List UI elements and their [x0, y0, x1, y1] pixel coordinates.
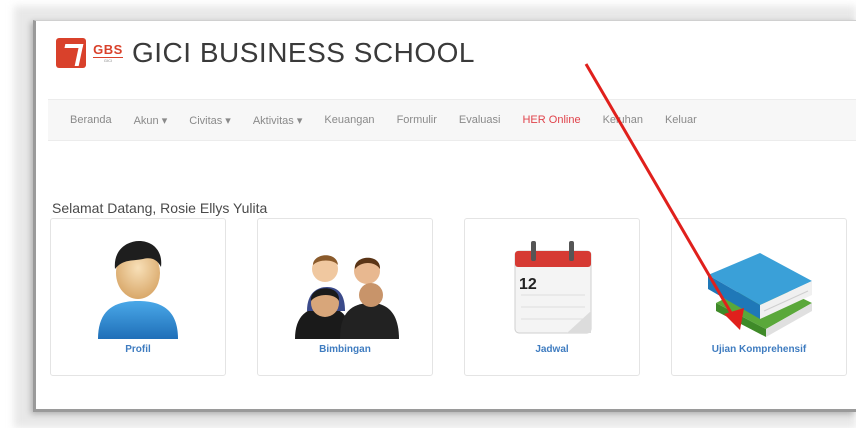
calendar-day: 12	[519, 276, 537, 293]
nav-item-keuangan[interactable]: Keuangan	[313, 114, 385, 126]
nav-item-aktivitas[interactable]: Aktivitas ▾	[242, 114, 314, 127]
logo-mark-icon	[56, 38, 86, 68]
gbs-logo-subtext: GICI	[103, 57, 113, 63]
card-ujian-komprehensif[interactable]: Ujian Komprehensif	[671, 218, 847, 376]
card-profil[interactable]: Profil	[50, 218, 226, 376]
card-jadwal[interactable]: 12 Jadwal	[464, 218, 640, 376]
nav-item-akun[interactable]: Akun ▾	[123, 114, 179, 127]
calendar-icon: 12	[514, 241, 592, 334]
nav-item-keluhan[interactable]: Keluhan	[592, 114, 654, 126]
gbs-logo-text: GBS	[93, 41, 123, 58]
gbs-logo: GBS GICI	[93, 38, 123, 68]
nav-item-civitas[interactable]: Civitas ▾	[178, 114, 242, 127]
site-title: GICI BUSINESS SCHOOL	[132, 37, 475, 68]
card-profil-label[interactable]: Profil	[51, 344, 225, 355]
person-icon	[98, 241, 178, 339]
nav-item-beranda[interactable]: Beranda	[48, 114, 123, 126]
card-bimbingan-label[interactable]: Bimbingan	[258, 344, 432, 355]
card-jadwal-label[interactable]: Jadwal	[465, 344, 639, 355]
welcome-message: Selamat Datang, Rosie Ellys Yulita	[52, 200, 268, 216]
main-navbar: Beranda Akun ▾ Civitas ▾ Aktivitas ▾ Keu…	[48, 99, 856, 141]
books-icon	[708, 253, 812, 337]
nav-item-evaluasi[interactable]: Evaluasi	[448, 114, 512, 126]
screenshot-stage: GBS GICI GICI BUSINESS SCHOOL Beranda Ak…	[0, 0, 856, 428]
people-group-icon	[295, 255, 399, 339]
nav-item-formulir[interactable]: Formulir	[386, 114, 448, 126]
nav-item-her-online[interactable]: HER Online	[511, 114, 591, 126]
nav-item-keluar[interactable]: Keluar	[654, 114, 708, 126]
brand[interactable]: GBS GICI GICI BUSINESS SCHOOL	[56, 33, 475, 73]
card-ujian-label[interactable]: Ujian Komprehensif	[672, 344, 846, 355]
card-bimbingan[interactable]: Bimbingan	[257, 218, 433, 376]
